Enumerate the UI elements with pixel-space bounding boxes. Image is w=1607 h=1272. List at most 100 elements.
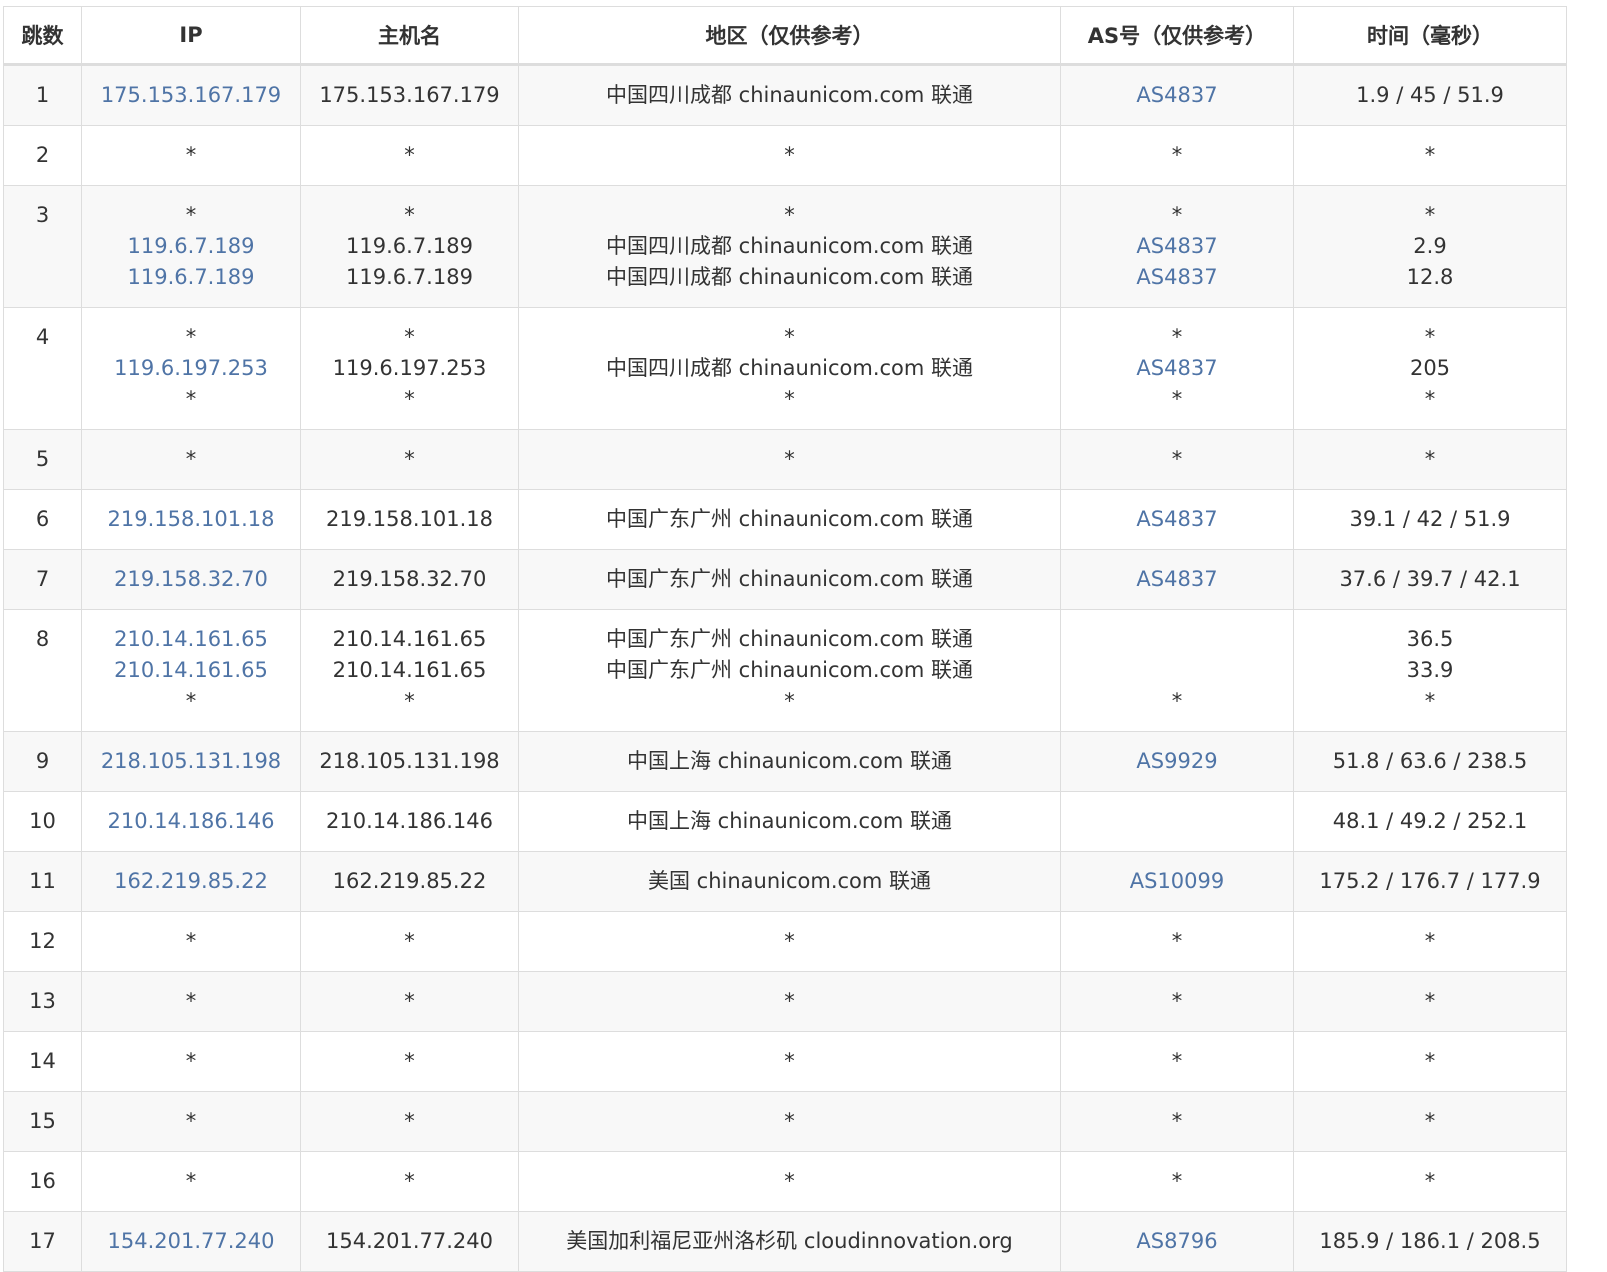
timeout-marker: * (1171, 1049, 1183, 1073)
timeout-marker: * (1171, 325, 1183, 349)
ip-link[interactable]: 162.219.85.22 (82, 866, 300, 897)
as-link[interactable]: AS4837 (1061, 231, 1293, 262)
ip-link[interactable]: 210.14.161.65 (82, 624, 300, 655)
as-link[interactable]: AS4837 (1061, 353, 1293, 384)
timeout-marker: * (1424, 989, 1436, 1013)
header-region: 地区（仅供参考） (518, 6, 1061, 66)
hop-cell: 6 (3, 489, 82, 550)
time-cell: * (1293, 1031, 1567, 1092)
hostname-text: 154.201.77.240 (326, 1229, 493, 1253)
hostname-cell: * (300, 429, 519, 490)
timeout-marker: * (185, 1049, 197, 1073)
time-cell: 1.9 / 45 / 51.9 (1293, 64, 1567, 126)
ip-cell: * (81, 911, 301, 972)
time-cell: 39.1 / 42 / 51.9 (1293, 489, 1567, 550)
hostname-text: 119.6.197.253 (332, 356, 487, 380)
time-text: 185.9 / 186.1 / 208.5 (1319, 1229, 1541, 1253)
as-link[interactable]: AS9929 (1061, 746, 1293, 777)
timeout-marker: * (185, 929, 197, 953)
hop-cell: 2 (3, 125, 82, 186)
as-cell: AS4837 (1060, 489, 1294, 550)
region-cell: 中国广东广州 chinaunicom.com 联通 (518, 489, 1061, 550)
as-cell: AS9929 (1060, 731, 1294, 792)
timeout-marker: * (1171, 143, 1183, 167)
timeout-marker: * (784, 1049, 795, 1073)
ip-cell: * (81, 1031, 301, 1092)
hop-number: 4 (35, 325, 50, 349)
timeout-marker: * (784, 387, 795, 411)
hop-number: 13 (29, 989, 56, 1013)
hostname-text: 210.14.186.146 (326, 809, 493, 833)
hop-number: 2 (35, 143, 50, 167)
header-time: 时间（毫秒） (1293, 6, 1567, 66)
hostname-cell: 175.153.167.179 (300, 64, 519, 126)
timeout-marker: * (185, 447, 197, 471)
as-link[interactable]: AS4837 (1061, 504, 1293, 535)
timeout-marker: * (784, 143, 795, 167)
hostname-cell: * (300, 125, 519, 186)
table-row: 5 * * * * * (3, 429, 1567, 490)
ip-link[interactable]: 219.158.32.70 (82, 564, 300, 595)
ip-link[interactable]: 218.105.131.198 (82, 746, 300, 777)
ip-link[interactable]: 119.6.7.189 (82, 231, 300, 262)
hop-number: 3 (35, 203, 50, 227)
region-cell: 美国加利福尼亚州洛杉矶 cloudinnovation.org (518, 1211, 1061, 1272)
region-text: 中国广东广州 chinaunicom.com 联通 (605, 658, 974, 682)
as-link[interactable]: AS4837 (1061, 262, 1293, 293)
as-cell: * (1060, 971, 1294, 1032)
as-link[interactable]: AS10099 (1061, 866, 1293, 897)
ip-cell: * (81, 1151, 301, 1212)
time-cell: * 2.9 12.8 (1293, 185, 1567, 308)
as-cell (1060, 791, 1294, 852)
time-text: 2.9 (1413, 234, 1447, 258)
hostname-cell: 210.14.186.146 (300, 791, 519, 852)
ip-link[interactable]: 219.158.101.18 (82, 504, 300, 535)
timeout-marker: * (1424, 143, 1436, 167)
timeout-marker: * (404, 1169, 415, 1193)
table-row: 16 * * * * * (3, 1151, 1567, 1212)
as-link[interactable]: AS8796 (1061, 1226, 1293, 1257)
ip-link[interactable]: 175.153.167.179 (82, 80, 300, 111)
header-row: 跳数 IP 主机名 地区（仅供参考） AS号（仅供参考） 时间（毫秒） (3, 6, 1567, 66)
time-text: 36.5 (1406, 627, 1454, 651)
as-link[interactable]: AS4837 (1061, 564, 1293, 595)
timeout-marker: * (404, 1049, 415, 1073)
timeout-marker: * (185, 989, 197, 1013)
hop-number: 11 (29, 869, 56, 893)
region-cell: 中国广东广州 chinaunicom.com 联通 (518, 549, 1061, 610)
as-link (1061, 655, 1293, 686)
ip-link[interactable]: 119.6.7.189 (82, 262, 300, 293)
hop-cell: 7 (3, 549, 82, 610)
as-link[interactable]: AS4837 (1061, 80, 1293, 111)
table-row: 2 * * * * * (3, 125, 1567, 186)
ip-link[interactable]: 154.201.77.240 (82, 1226, 300, 1257)
hop-cell: 1 (3, 64, 82, 126)
time-text: 39.1 / 42 / 51.9 (1349, 507, 1511, 531)
timeout-marker: * (404, 325, 415, 349)
ip-link[interactable]: 210.14.186.146 (82, 806, 300, 837)
region-cell: * (518, 1031, 1061, 1092)
as-cell: * (1060, 911, 1294, 972)
timeout-marker: * (404, 203, 415, 227)
region-text: 中国四川成都 chinaunicom.com 联通 (605, 83, 974, 107)
hop-number: 10 (29, 809, 56, 833)
timeout-marker: * (1424, 1109, 1436, 1133)
hop-cell: 3 (3, 185, 82, 308)
ip-link[interactable]: 210.14.161.65 (82, 655, 300, 686)
as-link (1061, 624, 1293, 655)
region-text: 中国四川成都 chinaunicom.com 联通 (605, 234, 974, 258)
region-text: 中国四川成都 chinaunicom.com 联通 (605, 265, 974, 289)
hop-number: 5 (35, 447, 50, 471)
region-text: 中国上海 chinaunicom.com 联通 (626, 809, 953, 833)
hostname-cell: 218.105.131.198 (300, 731, 519, 792)
ip-link[interactable]: 119.6.197.253 (82, 353, 300, 384)
time-cell: 37.6 / 39.7 / 42.1 (1293, 549, 1567, 610)
hostname-cell: 154.201.77.240 (300, 1211, 519, 1272)
timeout-marker: * (404, 929, 415, 953)
hostname-cell: * (300, 971, 519, 1032)
timeout-marker: * (185, 1169, 197, 1193)
hop-cell: 9 (3, 731, 82, 792)
region-text: 中国广东广州 chinaunicom.com 联通 (605, 627, 974, 651)
as-cell: AS4837 (1060, 549, 1294, 610)
traceroute-table-container: 跳数 IP 主机名 地区（仅供参考） AS号（仅供参考） 时间（毫秒） 1 175… (3, 6, 1567, 1272)
